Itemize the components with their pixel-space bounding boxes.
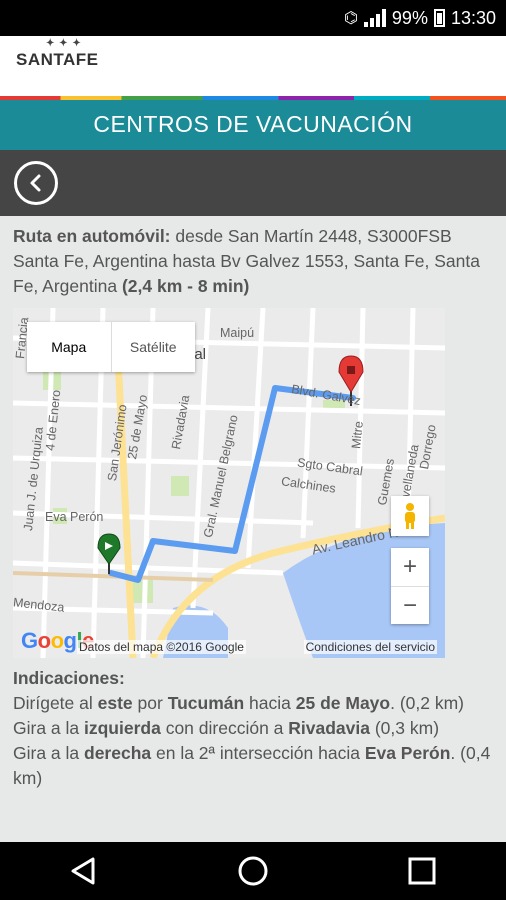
direction-step: Dirígete al este por Tucumán hacia 25 de… [13, 693, 465, 713]
recents-square-icon[interactable] [405, 854, 439, 888]
street-label: Maipú [220, 326, 255, 340]
street-label: Eva Perón [45, 510, 104, 524]
logo-stars-icon: ✦ ✦ ✦ [46, 38, 82, 49]
clock: 13:30 [450, 7, 496, 28]
back-button[interactable] [14, 161, 58, 205]
direction-step: Gira a la izquierda con dirección a Riva… [13, 718, 440, 738]
street-label: Mitre [349, 420, 366, 450]
santafe-logo: ✦ ✦ ✦ SANTAFE [16, 38, 99, 69]
signal-icon [363, 9, 386, 27]
home-circle-icon[interactable] [236, 854, 270, 888]
page-title: CENTROS DE VACUNACIÓN [0, 100, 506, 150]
battery-icon [433, 9, 445, 27]
status-bar: ⌬ 99% 13:30 [0, 0, 506, 36]
system-nav-bar [0, 842, 506, 900]
directions-title: Indicaciones: [13, 668, 125, 688]
map-data-attribution: Datos del mapa ©2016 Google [77, 640, 246, 654]
back-triangle-icon[interactable] [67, 854, 101, 888]
battery-percent: 99% [391, 7, 428, 28]
map-footer: Google Datos del mapa ©2016 Google Condi… [13, 628, 445, 658]
map-type-satellite-button[interactable]: Satélite [110, 322, 196, 372]
zoom-in-button[interactable]: + [391, 548, 429, 586]
app-header: ✦ ✦ ✦ SANTAFE [0, 36, 506, 96]
route-summary: Ruta en automóvil: desde San Martín 2448… [13, 224, 495, 299]
map-type-toggle: Mapa Satélite [27, 322, 195, 372]
route-label: Ruta en automóvil: [13, 226, 171, 246]
content: Ruta en automóvil: desde San Martín 2448… [13, 216, 495, 788]
zoom-controls: + − [391, 548, 429, 624]
back-bar [0, 150, 506, 216]
direction-step: Gira a la derecha en la 2ª intersección … [13, 743, 491, 788]
street-view-button[interactable] [391, 496, 429, 536]
directions: Indicaciones: Dirígete al este por Tucum… [13, 666, 495, 791]
zoom-out-button[interactable]: − [391, 586, 429, 625]
map-type-map-button[interactable]: Mapa [27, 322, 111, 372]
map[interactable]: Maipú oral Blvd. Galvez Sgto Cabral Calc… [13, 308, 445, 658]
wifi-icon: ⌬ [343, 10, 358, 27]
pegman-icon [405, 503, 415, 529]
map-terms-link[interactable]: Condiciones del servicio [303, 640, 437, 654]
chevron-left-icon [30, 174, 41, 192]
route-distance: (2,4 km - 8 min) [121, 276, 250, 296]
